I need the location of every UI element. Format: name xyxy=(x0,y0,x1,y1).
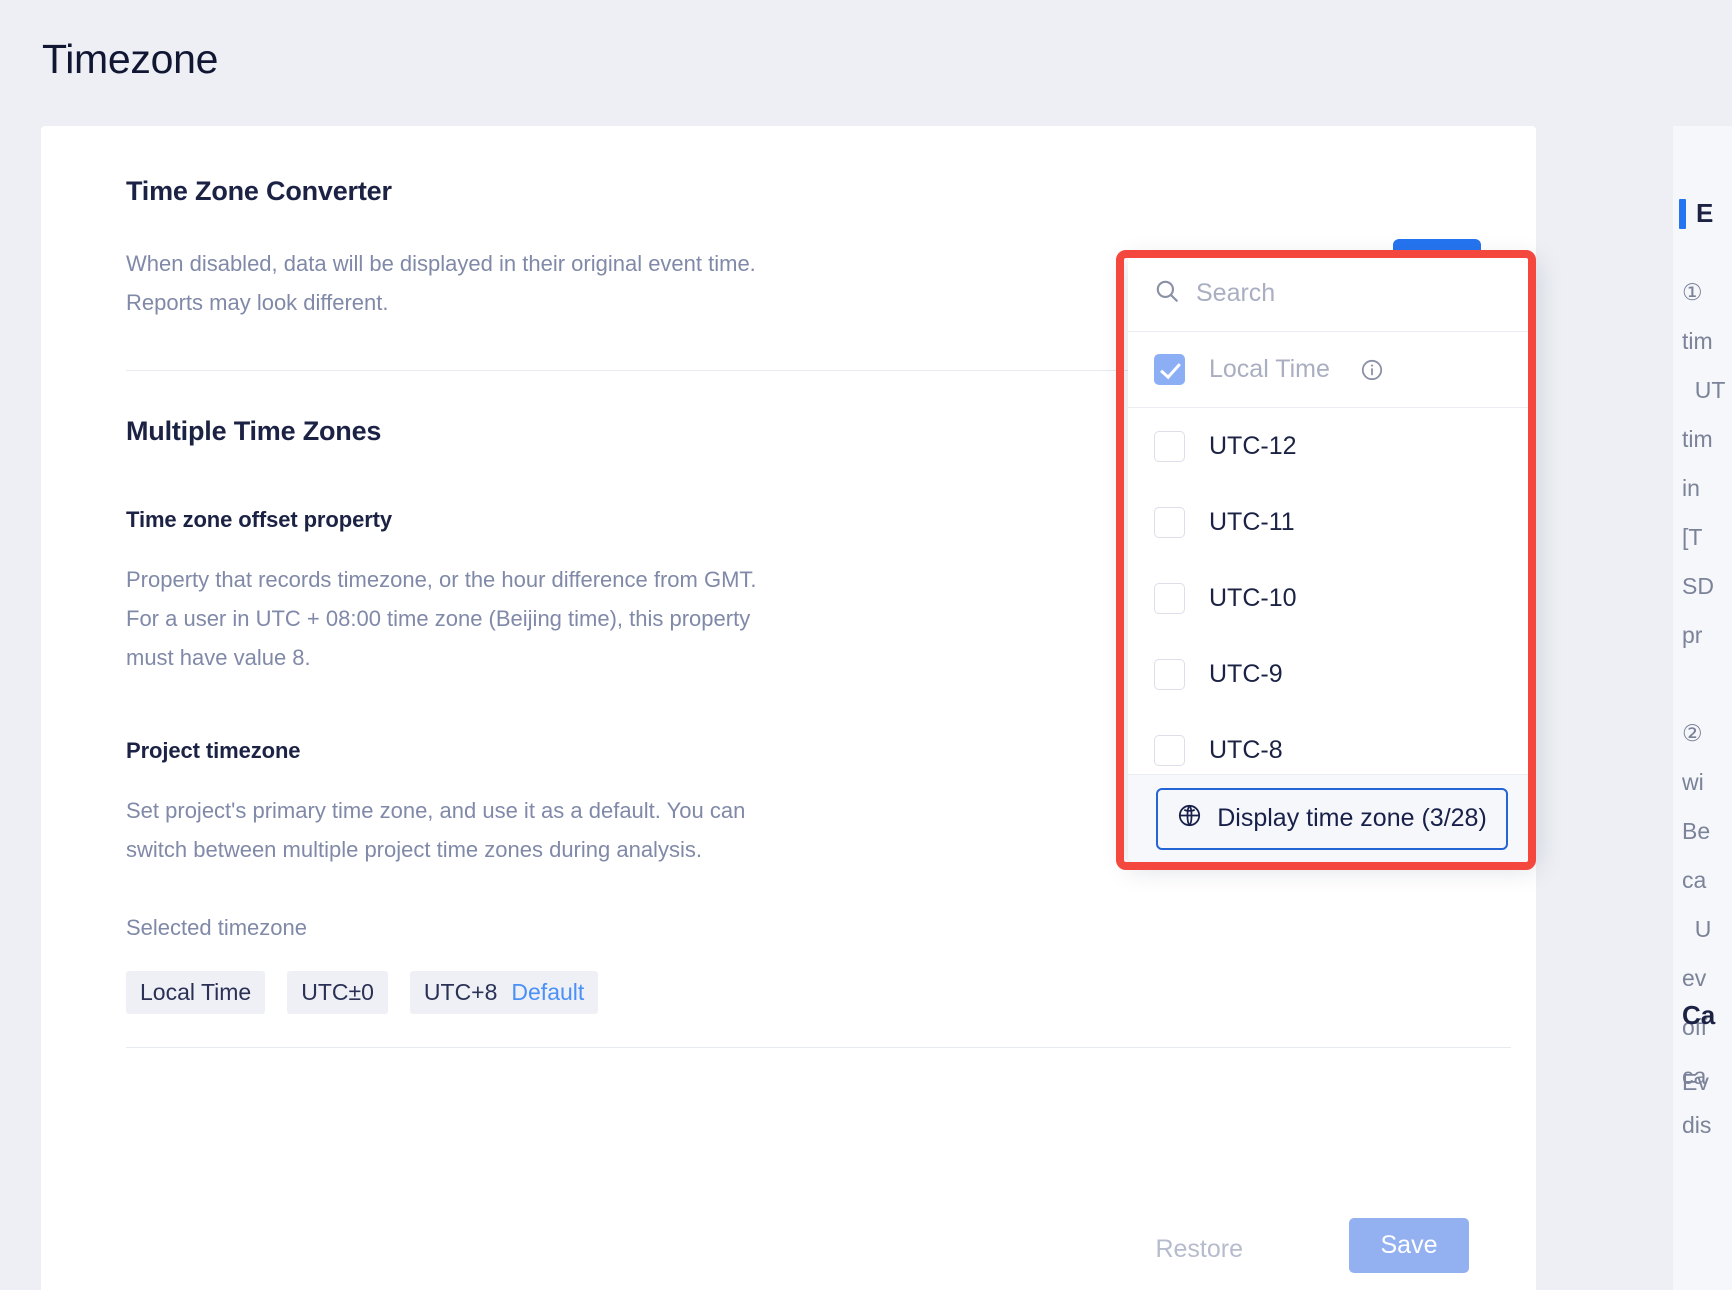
project-timezone-line1: Set project's primary time zone, and use… xyxy=(126,791,1076,830)
time-zone-converter-heading: Time Zone Converter xyxy=(126,176,392,207)
dropdown-option-label: UTC-9 xyxy=(1209,660,1283,689)
restore-button[interactable]: Restore xyxy=(1137,1223,1261,1276)
selected-timezone-label: Selected timezone xyxy=(126,915,307,941)
timezone-chip-label: UTC±0 xyxy=(301,979,374,1006)
dropdown-option-label: UTC-10 xyxy=(1209,584,1297,613)
multiple-time-zones-heading: Multiple Time Zones xyxy=(126,416,381,447)
dropdown-option-utc-12[interactable]: UTC-12 xyxy=(1128,408,1536,484)
time-zone-converter-description-line2: Reports may look different. xyxy=(126,283,1026,322)
time-zone-offset-property-heading: Time zone offset property xyxy=(126,507,392,533)
timezone-dropdown-panel: Local Time UTC-12 UTC-11 UTC-10 UTC-9 xyxy=(1128,255,1536,862)
dropdown-option-local-time[interactable]: Local Time xyxy=(1128,332,1536,408)
timezone-chip[interactable]: UTC+8 Default xyxy=(410,971,598,1014)
dropdown-option-utc-11[interactable]: UTC-11 xyxy=(1128,484,1536,560)
app-root: Timezone Time Zone Converter When disabl… xyxy=(0,0,1732,1290)
project-timezone-heading: Project timezone xyxy=(126,738,300,764)
dropdown-option-utc-10[interactable]: UTC-10 xyxy=(1128,560,1536,636)
dropdown-option-label: Local Time xyxy=(1209,355,1330,384)
timezone-chip[interactable]: Local Time xyxy=(126,971,265,1014)
display-time-zone-button[interactable]: Display time zone (3/28) xyxy=(1156,788,1508,850)
display-time-zone-label: Display time zone (3/28) xyxy=(1217,804,1487,833)
search-icon xyxy=(1154,278,1180,309)
help-sidebar-heading-2: Ca xyxy=(1682,1000,1715,1031)
time-zone-converter-description-line1: When disabled, data will be displayed in… xyxy=(126,244,1026,283)
selected-timezone-chips: Local Time UTC±0 UTC+8 Default xyxy=(126,971,598,1014)
offset-property-line2: For a user in UTC + 08:00 time zone (Bei… xyxy=(126,599,1076,638)
dropdown-footer: Display time zone (3/28) xyxy=(1128,774,1536,862)
dropdown-option-label: UTC-12 xyxy=(1209,432,1297,461)
footer-divider xyxy=(126,1047,1511,1048)
dropdown-option-label: UTC-11 xyxy=(1209,508,1295,537)
checkbox-utc-11[interactable] xyxy=(1154,507,1185,538)
timezone-chip-label: Local Time xyxy=(140,979,251,1006)
info-circle-icon[interactable] xyxy=(1360,358,1384,382)
search-input[interactable] xyxy=(1196,279,1510,308)
dropdown-option-label: UTC-8 xyxy=(1209,736,1283,765)
help-accent-bar xyxy=(1679,199,1686,229)
timezone-chip-label: UTC+8 xyxy=(424,979,498,1006)
project-timezone-line2: switch between multiple project time zon… xyxy=(126,830,1076,869)
checkbox-local-time[interactable] xyxy=(1154,354,1185,385)
help-sidebar-title: E xyxy=(1696,198,1713,229)
help-sidebar-body-2: Ev xyxy=(1682,1058,1709,1107)
checkbox-utc-12[interactable] xyxy=(1154,431,1185,462)
offset-property-line3: must have value 8. xyxy=(126,638,1076,677)
timezone-chip[interactable]: UTC±0 xyxy=(287,971,388,1014)
offset-property-line1: Property that records timezone, or the h… xyxy=(126,560,1076,599)
checkbox-utc-8[interactable] xyxy=(1154,735,1185,766)
dropdown-option-utc-9[interactable]: UTC-9 xyxy=(1128,636,1536,712)
globe-icon xyxy=(1177,803,1202,835)
page-title: Timezone xyxy=(42,36,218,83)
checkbox-utc-9[interactable] xyxy=(1154,659,1185,690)
checkbox-utc-10[interactable] xyxy=(1154,583,1185,614)
timezone-chip-default-badge: Default xyxy=(511,979,584,1006)
dropdown-search-row xyxy=(1128,255,1536,332)
save-button[interactable]: Save xyxy=(1349,1218,1469,1273)
help-sidebar-title-row: E xyxy=(1679,198,1713,229)
